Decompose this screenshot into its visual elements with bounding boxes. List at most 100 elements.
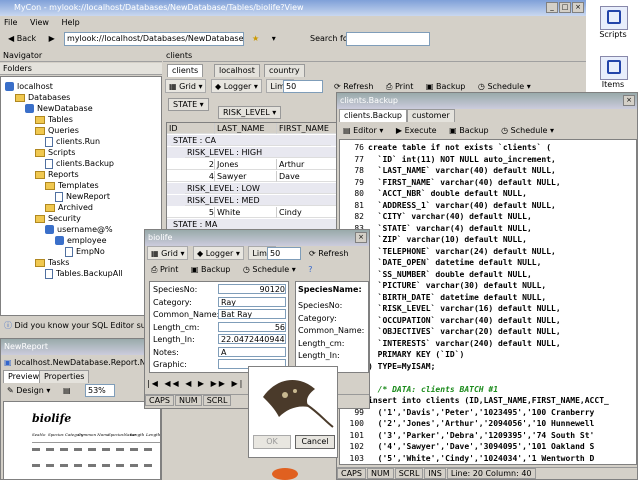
side-field-label: Category: [298,313,337,323]
field-value[interactable]: Bat Ray [218,309,286,319]
tree-node[interactable]: Reports [35,169,79,180]
group-row[interactable]: STATE : CA [167,135,339,146]
backup-exec-button[interactable]: ▣ Backup [445,123,492,137]
bio-backup-button[interactable]: ▣ Backup [187,262,234,276]
tab-properties[interactable]: Properties [39,370,90,383]
tab-localhost[interactable]: localhost [214,64,260,77]
bio-limit-input[interactable]: 50 [267,247,301,260]
menu-file[interactable]: File [4,18,17,27]
table-row[interactable]: 5 White Cindy [167,207,339,218]
tree-node[interactable]: Tasks [35,257,69,268]
table-row[interactable]: 2 Jones Arthur [167,159,339,170]
cancel-button[interactable]: Cancel [295,435,335,449]
logger-button[interactable]: ◆ Logger ▾ [211,79,262,93]
print-button[interactable]: ⎙ Print [382,79,417,93]
execute-button[interactable]: ▶ Execute [392,123,441,137]
bookmark-icon[interactable]: ▾ [268,31,280,45]
tree-node[interactable]: Archived [45,202,93,213]
search-input[interactable] [346,32,430,46]
line-text: ('1','Davis','Peter','1023495','100 Cran… [368,407,595,417]
minimize-button[interactable]: _ [546,2,558,13]
ok-button[interactable]: OK [253,435,291,449]
sql-editor[interactable]: 76 create table if not exists `clients` (… [339,139,637,465]
close-button[interactable]: × [572,2,584,13]
group-row[interactable]: RISK_LEVEL : HIGH [167,147,339,158]
tab-preview[interactable]: Preview [3,370,45,383]
tab-customer[interactable]: customer [407,109,455,122]
backup-button[interactable]: ▣ Backup [422,79,469,93]
bio-schedule-button[interactable]: ◷ Schedule ▾ [239,262,300,276]
tree-node-label: EmpNo [76,247,105,256]
forward-icon[interactable]: ▶ [45,31,59,45]
tree-node-label: Tables [48,115,73,124]
tab-clients-backup[interactable]: clients.Backup [339,109,408,122]
zoom-select[interactable]: 53% [85,384,115,397]
clients-header: clients [163,50,586,62]
schedule-label: Schedule [487,82,525,91]
tab-clients[interactable]: clients [167,64,204,77]
field-value[interactable]: A [218,346,286,357]
tab-country[interactable]: country [264,64,305,77]
tree-node[interactable]: Templates [45,180,99,191]
group-row[interactable]: RISK_LEVEL : LOW [167,183,339,194]
tree-node[interactable]: NewReport [55,191,110,202]
tree-node[interactable]: Tables.BackupAll [45,268,123,279]
refresh-button[interactable]: ⟳ Refresh [330,79,377,93]
tree-node[interactable]: Scripts [35,147,75,158]
backup-close-button[interactable]: × [623,95,635,106]
scripts-icon[interactable] [600,6,628,30]
items-icon[interactable] [600,56,628,80]
tree-node[interactable]: Security [35,213,81,224]
bio-grid-label: Grid [161,249,178,258]
report-icon: ▣ [4,358,12,367]
tree-node[interactable]: clients.Backup [45,158,114,169]
field-value[interactable]: 22.0472440944 [218,334,286,344]
line-number: 100 [349,419,364,428]
address-input[interactable]: mylook://localhost/Databases/NewDatabase… [64,32,244,46]
schedule-button[interactable]: ◷ Schedule ▾ [474,79,535,93]
field-value[interactable]: 90120 [218,284,286,294]
column-header[interactable]: FIRST_NAME [277,123,339,134]
bio-print-button[interactable]: ⎙ Print [147,262,182,276]
record-navigator[interactable]: |◀ ◀◀ ◀ ▶ ▶▶ ▶| [147,376,244,392]
tree-node[interactable]: employee [55,235,107,246]
backup-toolbar: ▤ Editor ▾ ▶ Execute ▣ Backup ◷ Schedule… [339,123,560,139]
tree-node[interactable]: localhost [5,81,53,92]
tree-node[interactable]: Queries [35,125,79,136]
schedule-exec-button[interactable]: ◷ Schedule ▾ [497,123,558,137]
bio-logger-button[interactable]: ◆ Logger ▾ [193,246,244,260]
side-header: SpeciesName: [298,285,362,294]
cell-first: Cindy [277,207,339,218]
tree-node[interactable]: EmpNo [65,246,105,257]
line-text: `SS_NUMBER` double default NULL, [368,269,532,279]
grid-button[interactable]: ▦ Grid ▾ [165,79,207,93]
column-header[interactable]: LAST_NAME [215,123,277,134]
menu-help[interactable]: Help [61,18,79,27]
tree-node[interactable]: NewDatabase [25,103,93,114]
tree-node[interactable]: clients.Run [45,136,100,147]
field-value[interactable]: 56 [218,321,286,332]
star-icon[interactable]: ★ [248,31,263,45]
help-icon[interactable]: ? [304,262,316,276]
bio-refresh-button[interactable]: ⟳ Refresh [305,246,352,260]
tree-node[interactable]: Tables [35,114,73,125]
group-label: RISK_LEVEL : MED [185,195,339,206]
page-icon[interactable]: ▤ [59,383,75,397]
biolife-close-button[interactable]: × [355,232,367,243]
design-button[interactable]: ✎ Design ▾ [3,383,54,397]
maximize-button[interactable]: □ [559,2,571,13]
group-by-risk[interactable]: RISK_LEVEL ▾ [218,106,282,119]
menu-view[interactable]: View [30,18,49,27]
line-text: `TELEPHONE` varchar(24) default NULL, [368,246,556,256]
column-header[interactable]: ID [167,123,215,134]
limit-input[interactable]: 50 [283,80,323,93]
tree-node[interactable]: username@% [45,224,113,235]
bio-grid-button[interactable]: ▦ Grid ▾ [147,246,189,260]
back-button[interactable]: ◀ Back [4,31,40,45]
group-by-state[interactable]: STATE ▾ [168,98,209,111]
group-row[interactable]: RISK_LEVEL : MED [167,195,339,206]
editor-button[interactable]: ▤ Editor ▾ [339,123,387,137]
tree-node[interactable]: Databases [15,92,70,103]
field-value[interactable]: Ray [218,296,286,307]
table-row[interactable]: 4 Sawyer Dave [167,171,339,182]
